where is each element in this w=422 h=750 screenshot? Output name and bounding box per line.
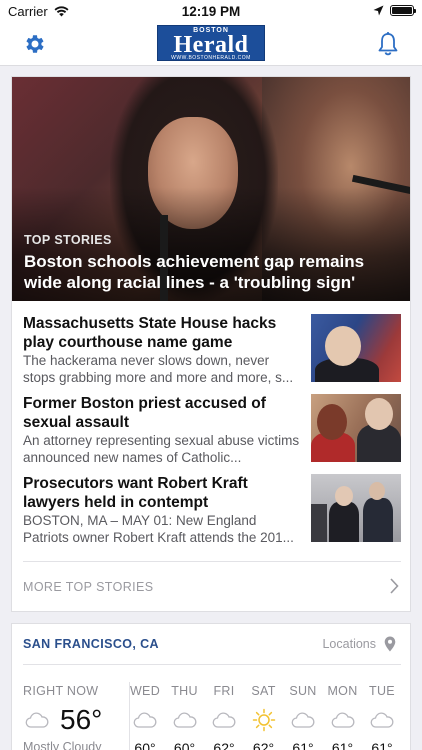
forecast-day: FRI 62° [204, 682, 244, 750]
forecast-day: MON 61° [323, 682, 363, 750]
more-top-stories-link[interactable]: MORE TOP STORIES [23, 572, 401, 602]
story-summary: An attorney representing sexual abuse vi… [23, 433, 300, 465]
forecast-day: TUE 61° [362, 682, 402, 750]
story-item[interactable]: Prosecutors want Robert Kraft lawyers he… [23, 474, 401, 546]
status-right [373, 5, 416, 16]
current-condition: Mostly Cloudy [23, 740, 102, 750]
logo-bottom-text: WWW.BOSTONHERALD.COM [171, 55, 251, 61]
forecast-temp: 61° [292, 740, 314, 750]
forecast-day-label: WED [129, 684, 161, 698]
story-summary: The hackerama never slows down, never st… [23, 353, 294, 385]
location-arrow-icon [373, 5, 384, 16]
story-item[interactable]: Massachusetts State House hacks play cou… [23, 314, 401, 386]
forecast-day: WED 60° [125, 682, 165, 750]
forecast-day-label: TUE [369, 684, 395, 698]
location-pin-icon[interactable] [384, 636, 396, 652]
forecast-temp: 61° [371, 740, 393, 750]
cloud-icon [331, 712, 354, 728]
bell-icon[interactable] [376, 31, 400, 57]
sun-icon [252, 708, 275, 732]
forecast-temp: 60° [134, 740, 156, 750]
nav-bar: BOSTON Herald WWW.BOSTONHERALD.COM [0, 22, 422, 66]
status-time: 12:19 PM [181, 4, 241, 19]
story-item[interactable]: Former Boston priest accused of sexual a… [23, 394, 401, 466]
story-headline[interactable]: Prosecutors want Robert Kraft lawyers he… [23, 474, 305, 512]
forecast-temp: 62° [213, 740, 235, 750]
story-thumbnail[interactable] [311, 394, 401, 462]
forecast-day-label: FRI [213, 684, 235, 698]
forecast-day: SUN 61° [283, 682, 323, 750]
forecast-day-label: SAT [251, 684, 276, 698]
herald-logo: BOSTON Herald WWW.BOSTONHERALD.COM [157, 25, 265, 61]
weather-card: SAN FRANCISCO, CA Locations RIGHT NOW 56… [11, 623, 411, 750]
divider [23, 664, 401, 665]
forecast-temp: 61° [331, 740, 354, 750]
weather-city: SAN FRANCISCO, CA [23, 637, 159, 651]
cloud-icon [133, 712, 157, 728]
current-temp: 56° [60, 704, 103, 735]
locations-button[interactable]: Locations [322, 637, 376, 651]
story-thumbnail[interactable] [311, 474, 401, 542]
chevron-right-icon [390, 578, 399, 594]
forecast-temp: 60° [173, 740, 196, 750]
story-headline[interactable]: Former Boston priest accused of sexual a… [23, 394, 305, 432]
forecast-day-label: THU [171, 684, 198, 698]
cloud-icon [291, 712, 315, 728]
hero-headline[interactable]: Boston schools achievement gap remains w… [24, 251, 404, 293]
cloud-icon [212, 712, 236, 728]
right-now-label: RIGHT NOW [23, 684, 99, 698]
story-summary: BOSTON, MA – MAY 01: New England Patriot… [23, 513, 294, 545]
more-top-stories-label: MORE TOP STORIES [23, 580, 154, 594]
cloud-icon [173, 712, 196, 728]
battery-icon [390, 5, 416, 16]
forecast-day: THU 60° [165, 682, 205, 750]
story-thumbnail[interactable] [311, 314, 401, 382]
forecast-day-label: MON [327, 684, 358, 698]
cloud-icon [370, 712, 394, 728]
gear-icon[interactable] [22, 32, 46, 56]
divider [23, 561, 401, 562]
top-stories-card: TOP STORIES Boston schools achievement g… [11, 76, 411, 612]
story-headline[interactable]: Massachusetts State House hacks play cou… [23, 314, 305, 352]
logo-main-text: Herald [173, 32, 249, 58]
hero-story[interactable]: TOP STORIES Boston schools achievement g… [12, 77, 410, 301]
forecast-day: SAT 62° [244, 682, 284, 750]
section-kicker: TOP STORIES [24, 233, 112, 247]
current-weather: RIGHT NOW 56° Mostly Cloudy [23, 682, 123, 750]
status-bar: Carrier 12:19 PM [0, 0, 422, 22]
forecast-temp: 62° [252, 740, 275, 750]
cloud-icon [25, 712, 49, 728]
forecast-day-label: SUN [289, 684, 317, 698]
